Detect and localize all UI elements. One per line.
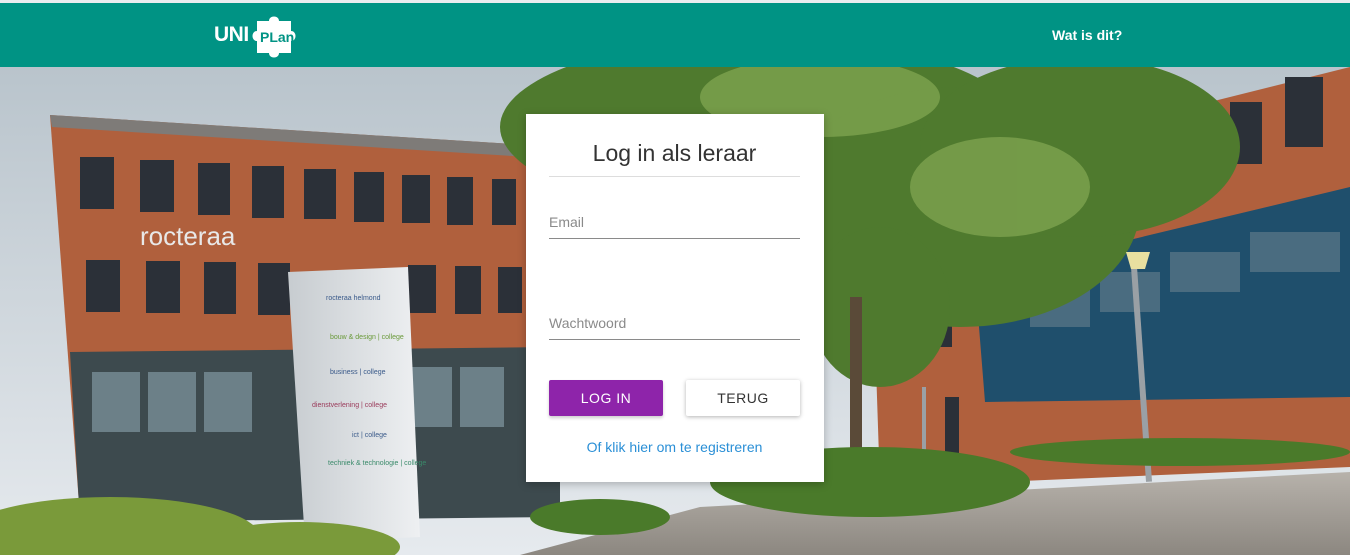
svg-text:rocteraa helmond: rocteraa helmond (326, 295, 381, 302)
password-input[interactable] (549, 307, 800, 339)
password-field (549, 307, 800, 340)
navbar: UNI PLan Wat is dit? (0, 3, 1350, 67)
what-is-this-link[interactable]: Wat is dit? (1052, 27, 1122, 43)
logo-text: UNI (214, 23, 249, 46)
svg-text:bouw & design | college: bouw & design | college (330, 334, 404, 341)
building-sign: rocteraa (140, 221, 236, 251)
back-button[interactable]: TERUG (686, 380, 800, 416)
uniplan-logo[interactable]: UNI PLan (214, 11, 303, 59)
email-input[interactable] (549, 206, 800, 238)
svg-text:business | college: business | college (330, 369, 386, 376)
svg-text:PLan: PLan (260, 29, 294, 45)
login-title: Log in als leraar (592, 140, 757, 166)
svg-text:ict | college: ict | college (352, 432, 387, 439)
title-divider (549, 176, 800, 177)
email-field (549, 206, 800, 239)
svg-text:techniek & technologie | colle: techniek & technologie | college (328, 460, 426, 467)
puzzle-logo-icon: PLan (252, 16, 296, 58)
login-button[interactable]: LOG IN (549, 380, 663, 416)
login-card: Log in als leraar LOG IN TERUG Of klik h… (526, 114, 824, 482)
register-link[interactable]: Of klik hier om te registreren (549, 439, 800, 455)
svg-text:dienstverlening | college: dienstverlening | college (312, 402, 387, 409)
